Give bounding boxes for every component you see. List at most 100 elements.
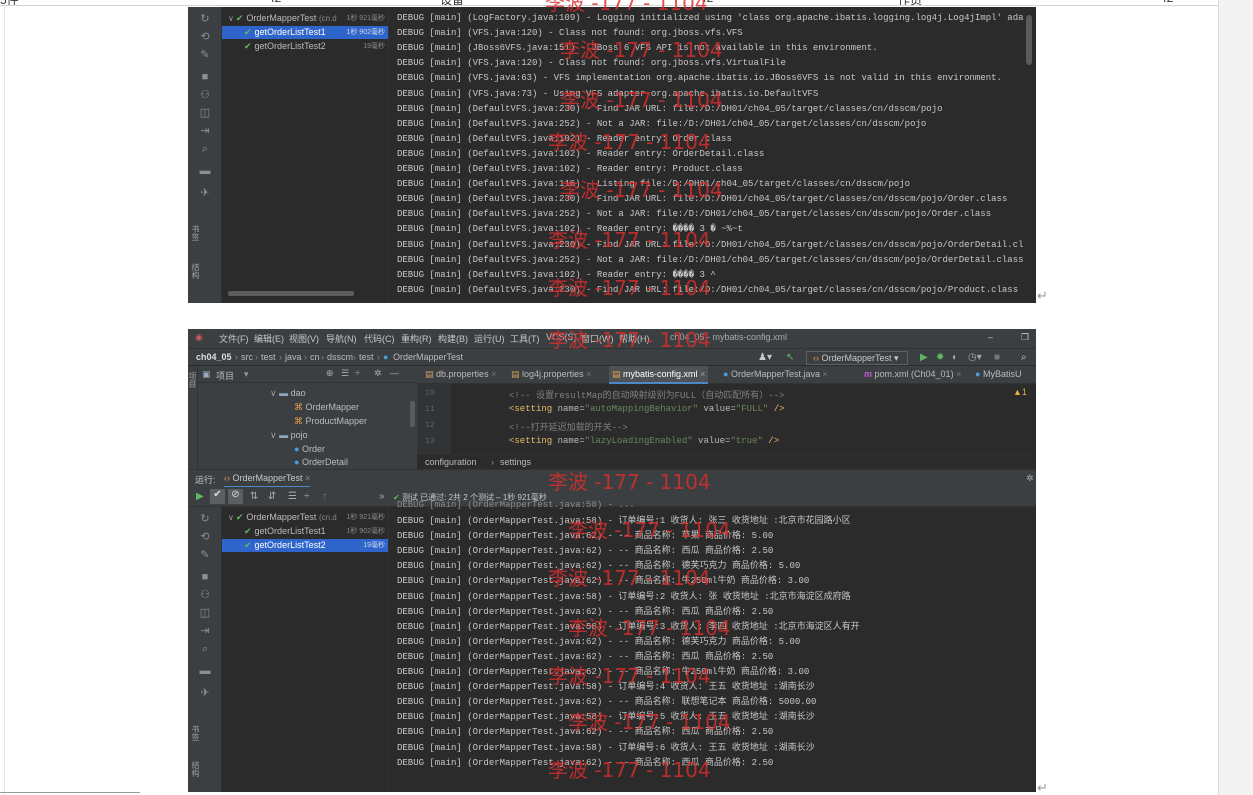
login-icon[interactable]: ⇥: [198, 125, 212, 137]
horizontal-scrollbar[interactable]: [228, 291, 354, 296]
expand-all-icon[interactable]: ☰: [288, 491, 297, 503]
code-line-comment[interactable]: <!--打开延迟加载的开关-->: [509, 420, 628, 433]
menu-edit[interactable]: 编辑(E): [254, 332, 284, 345]
restore-icon[interactable]: ❐: [1021, 332, 1029, 343]
bookmarks-tab[interactable]: 书签: [191, 725, 201, 755]
console-line[interactable]: DEBUG [main] (OrderMapperTest.java:62) -…: [397, 559, 1027, 574]
console-line[interactable]: DEBUG [main] (DefaultVFS.java:102) - Rea…: [397, 162, 1027, 177]
menu-run[interactable]: 运行(U): [474, 332, 505, 345]
close-icon[interactable]: ×: [491, 369, 496, 379]
run-config-select[interactable]: ‹› OrderMapperTest ▾: [806, 351, 908, 365]
sort-alpha-icon[interactable]: ⇅: [250, 491, 258, 503]
bookmarks-tab[interactable]: 书签: [191, 225, 201, 255]
console-line[interactable]: DEBUG [main] (OrderMapperTest.java:62) -…: [397, 695, 1027, 710]
project-tab[interactable]: 项目: [188, 372, 198, 396]
code-line-setting[interactable]: <setting name="autoMappingBehavior" valu…: [509, 404, 785, 414]
show-ignored-icon[interactable]: ⊘: [228, 489, 243, 504]
code-line-setting[interactable]: <setting name="lazyLoadingEnabled" value…: [509, 436, 779, 446]
structure-tab[interactable]: 结构: [191, 263, 201, 293]
breadcrumb-test-pkg[interactable]: test: [359, 352, 374, 362]
hide-icon[interactable]: —: [390, 368, 399, 378]
tree-row-root[interactable]: ∨ ✔ OrderMapperTest (cn.d 1秒 921毫秒: [222, 511, 388, 524]
console-line[interactable]: DEBUG [main] (VFS.java:120) - Class not …: [397, 26, 1027, 41]
breadcrumb-class[interactable]: OrderMapperTest: [393, 352, 463, 362]
console-line[interactable]: DEBUG [main] (DefaultVFS.java:230) - Fin…: [397, 283, 1027, 298]
console-line[interactable]: DEBUG [main] (OrderMapperTest.java:58) -…: [397, 710, 1027, 725]
search-icon[interactable]: ⌕: [198, 143, 212, 155]
screenshot-icon[interactable]: ◫: [198, 607, 212, 619]
console-line[interactable]: DEBUG [main] (DefaultVFS.java:252) - Not…: [397, 253, 1027, 268]
more-icon[interactable]: »: [379, 491, 385, 503]
console-line[interactable]: DEBUG [main] (DefaultVFS.java:102) - Rea…: [397, 132, 1027, 147]
console-line[interactable]: DEBUG [main] (LogFactory.java:109) - Log…: [397, 11, 1027, 26]
coverage-icon[interactable]: ◐: [952, 352, 958, 364]
search-icon[interactable]: ⌕: [198, 643, 212, 655]
console-line[interactable]: DEBUG [main] (JBoss6VFS.java:151) - JBos…: [397, 41, 1027, 56]
show-passed-icon[interactable]: ✔: [210, 489, 225, 504]
console-line[interactable]: DEBUG [main] (OrderMapperTest.java:58) -…: [397, 741, 1027, 756]
rerun-failed-icon[interactable]: ⟲: [198, 531, 212, 543]
layout-icon[interactable]: ▬: [198, 165, 212, 177]
debug-icon[interactable]: ✹: [936, 352, 944, 364]
console-line[interactable]: DEBUG [main] (OrderMapperTest.java:62) -…: [397, 650, 1027, 665]
menu-build[interactable]: 构建(B): [438, 332, 468, 345]
project-item-order[interactable]: ● Order: [294, 444, 325, 454]
minimize-icon[interactable]: –: [988, 332, 993, 342]
breadcrumb-java[interactable]: java: [285, 352, 302, 362]
menu-tools[interactable]: 工具(T): [510, 332, 540, 345]
menu-navigate[interactable]: 导航(N): [326, 332, 357, 345]
console-line[interactable]: DEBUG [main] (VFS.java:120) - Class not …: [397, 56, 1027, 71]
console-line[interactable]: DEBUG [main] (OrderMapperTest.java:58) -…: [397, 680, 1027, 695]
close-icon[interactable]: ×: [305, 473, 310, 483]
console-line[interactable]: DEBUG [main] (DefaultVFS.java:252) - Not…: [397, 117, 1027, 132]
console-line[interactable]: DEBUG [main] (DefaultVFS.java:230) - Fin…: [397, 238, 1027, 253]
stop-icon[interactable]: ■: [198, 571, 212, 583]
tree-row-test1[interactable]: ✔ getOrderListTest1 1秒 902毫秒: [222, 26, 388, 39]
rerun-icon[interactable]: ↻: [198, 13, 212, 25]
profile-icon[interactable]: ◷▾: [968, 352, 982, 364]
console-line[interactable]: DEBUG [main] (DefaultVFS.java:102) - Rea…: [397, 147, 1027, 162]
collapse-all-icon[interactable]: ÷: [355, 368, 360, 378]
collapse-all-icon[interactable]: ÷: [304, 491, 310, 503]
tab-mybatisutil[interactable]: ● MyBatisU: [975, 369, 1021, 379]
gear-icon[interactable]: ✲: [1026, 473, 1034, 484]
code-line-comment[interactable]: <!-- 设置resultMap的自动映射级别为FULL（自动匹配所有）-->: [509, 388, 784, 401]
tab-ordermappertest[interactable]: ● OrderMapperTest.java ×: [723, 369, 828, 379]
console-line[interactable]: DEBUG [main] (OrderMapperTest.java:62) -…: [397, 635, 1027, 650]
console-line[interactable]: DEBUG [main] (OrderMapperTest.java:58) -…: [397, 620, 1027, 635]
rerun-icon[interactable]: ↻: [198, 513, 212, 525]
tab-pom-xml[interactable]: m pom.xml (Ch04_01) ×: [864, 369, 961, 379]
console-line[interactable]: DEBUG [main] (DefaultVFS.java:102) - Rea…: [397, 268, 1027, 283]
stop-icon[interactable]: ■: [198, 71, 212, 83]
menu-view[interactable]: 视图(V): [289, 332, 319, 345]
menu-help[interactable]: 帮助(H): [619, 332, 650, 345]
project-item-ordermapper[interactable]: ⌘ OrderMapper: [294, 402, 359, 413]
login-icon[interactable]: ⇥: [198, 625, 212, 637]
wrench-icon[interactable]: ✎: [198, 549, 212, 561]
layout-icon[interactable]: ▬: [198, 665, 212, 677]
pin-icon[interactable]: ✈: [198, 187, 212, 199]
tree-row-root[interactable]: ∨ ✔ OrderMapperTest (cn.d 1秒 921毫秒: [222, 12, 388, 25]
hammer-icon[interactable]: ↖: [786, 352, 794, 364]
warning-indicator[interactable]: ▲1: [1013, 387, 1027, 397]
console-line[interactable]: DEBUG [main] (DefaultVFS.java:230) - Fin…: [397, 102, 1027, 117]
breadcrumb-dsscm[interactable]: dsscm: [327, 352, 353, 362]
project-item-orderdetail[interactable]: ● OrderDetail: [294, 457, 348, 467]
console-line[interactable]: DEBUG [main] (OrderMapperTest.java:62) -…: [397, 665, 1027, 680]
close-icon[interactable]: ×: [823, 369, 828, 379]
project-item-productmapper[interactable]: ⌘ ProductMapper: [294, 416, 367, 427]
console-line[interactable]: DEBUG [main] (DefaultVFS.java:252) - Not…: [397, 207, 1027, 222]
breadcrumb-src[interactable]: src: [241, 352, 253, 362]
project-item-pojo[interactable]: ∨ ▬ pojo: [270, 430, 308, 441]
camera-icon[interactable]: ⚇: [198, 589, 212, 601]
expand-all-icon[interactable]: ☰: [341, 368, 349, 379]
close-icon[interactable]: ×: [956, 369, 961, 379]
menu-window[interactable]: 窗口(W): [581, 332, 614, 345]
console-line[interactable]: DEBUG [main] (OrderMapperTest.java:62) -…: [397, 574, 1027, 589]
console-line[interactable]: DEBUG [main] (OrderMapperTest.java:62) -…: [397, 756, 1027, 771]
rerun-failed-icon[interactable]: ⟲: [198, 31, 212, 43]
tab-log4j-properties[interactable]: ▤ log4j.properties ×: [511, 369, 591, 380]
close-icon[interactable]: ×: [700, 369, 705, 379]
gear-icon[interactable]: ✲: [374, 368, 382, 379]
console-line[interactable]: DEBUG [main] (OrderMapperTest.java:62) -…: [397, 725, 1027, 740]
